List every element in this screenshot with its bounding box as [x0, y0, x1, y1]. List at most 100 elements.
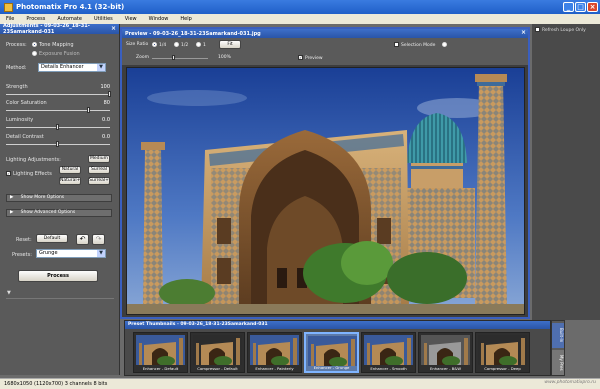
lighting-surreal-plus-button[interactable]: Surreal+	[88, 177, 110, 185]
preset-thumbnail[interactable]: Enhancer - Default	[133, 332, 188, 373]
zoom-slider[interactable]	[152, 58, 208, 59]
preset-thumbnail-image	[193, 335, 242, 365]
show-more-options-expander[interactable]: ▶ Show More Options	[6, 194, 112, 202]
strength-slider[interactable]	[6, 94, 110, 95]
menu-process[interactable]: Process	[20, 16, 51, 22]
preset-thumbnail[interactable]: Enhancer - B&W	[418, 332, 473, 373]
radio-exposure-fusion[interactable]: Exposure Fusion	[32, 51, 80, 57]
status-text: 1680x1050 (1120x700) 3 channels 8 bits	[4, 381, 108, 387]
preset-thumbnails-title: Preset Thumbnails - 09-03-26_18-31-23Sam…	[125, 321, 550, 329]
fit-button[interactable]: Fit	[219, 40, 241, 49]
presets-value: Grunge	[39, 250, 58, 256]
show-advanced-options-expander[interactable]: ▶ Show Advanced Options	[6, 209, 112, 217]
minimize-button[interactable]: _	[563, 2, 574, 12]
method-dropdown[interactable]: Details Enhancer ▼	[38, 63, 106, 72]
lighting-natural-button[interactable]: Natural	[59, 166, 81, 174]
adjustments-title: Adjustments - 09-03-26_18-31-23Samarkand…	[3, 23, 90, 35]
preset-thumbnails-panel: Preset Thumbnails - 09-03-26_18-31-23Sam…	[124, 320, 551, 376]
preset-thumbnail-image	[478, 335, 527, 365]
preview-checkbox[interactable]: ✓ Preview	[298, 55, 323, 61]
preset-thumbnail-label: Enhancer - Grunge	[313, 365, 350, 370]
right-side-panel: Refresh Loupe Only	[532, 24, 600, 320]
redo-icon[interactable]: ↷	[92, 234, 105, 245]
chevron-down-icon: ▼	[97, 250, 105, 257]
selection-mode-label: Selection Mode	[401, 43, 436, 48]
preset-thumbnail-label: Enhancer - Painterly	[255, 366, 294, 371]
close-button[interactable]: ×	[587, 2, 598, 12]
tab-my-presets[interactable]: My Pres	[552, 350, 564, 375]
preset-thumbnail[interactable]: Compressor - Deep	[475, 332, 530, 373]
adjustments-header: Adjustments - 09-03-26_18-31-23Samarkand…	[0, 23, 119, 35]
presets-dropdown[interactable]: Grunge ▼	[36, 249, 106, 258]
menu-utilities[interactable]: Utilities	[88, 16, 119, 22]
radio-icon	[32, 51, 37, 56]
refresh-loupe-label: Refresh Loupe Only	[542, 28, 586, 33]
size-ratio-full[interactable]: 1	[196, 42, 206, 48]
menu-help[interactable]: Help	[174, 16, 197, 22]
preset-thumbnail-image	[421, 335, 470, 365]
lighting-surreal-button[interactable]: Surreal	[88, 166, 110, 174]
menu-window[interactable]: Window	[143, 16, 175, 22]
menu-view[interactable]: View	[119, 16, 143, 22]
triangle-right-icon: ▶	[10, 195, 14, 200]
preset-side-tabs: Built-In My Pres	[551, 320, 565, 376]
chevron-down-icon: ▼	[97, 64, 105, 71]
preset-thumbnail[interactable]: Enhancer - Painterly	[247, 332, 302, 373]
close-panel-icon[interactable]: ×	[110, 25, 117, 32]
preset-thumbnail-image	[364, 335, 413, 365]
detail-contrast-label: Detail Contrast	[6, 134, 44, 140]
tab-built-in[interactable]: Built-In	[552, 323, 564, 348]
radio-exposure-fusion-label: Exposure Fusion	[39, 51, 80, 57]
radio-tone-mapping[interactable]: Tone Mapping	[32, 42, 74, 48]
size-ratio-half[interactable]: 1/2	[174, 42, 188, 48]
lighting-medium-button[interactable]: Medium	[88, 155, 110, 163]
preset-thumbnail-label: Enhancer - Smooth	[370, 366, 407, 371]
madrasa-photo	[127, 68, 524, 314]
status-bar: 1680x1050 (1120x700) 3 channels 8 bits	[0, 378, 600, 389]
selection-mode-checkbox[interactable]: Selection Mode	[394, 42, 435, 48]
detail-contrast-slider-thumb[interactable]	[56, 141, 59, 147]
preset-thumbnail[interactable]: Compressor - Default	[190, 332, 245, 373]
menu-file[interactable]: File	[0, 16, 20, 22]
close-preview-icon[interactable]: ×	[521, 29, 526, 36]
luminosity-slider-thumb[interactable]	[56, 124, 59, 130]
radio-icon	[174, 42, 179, 47]
luminosity-value: 0.0	[102, 117, 110, 123]
strength-value: 100	[100, 84, 110, 90]
lighting-effects-checkbox[interactable]: ✓ Lighting Effects	[6, 171, 52, 177]
lighting-effects-label: Lighting Effects	[13, 171, 52, 177]
checkbox-icon	[394, 42, 399, 47]
maximize-button[interactable]: □	[575, 2, 586, 12]
zoom-value: 100%	[218, 55, 231, 60]
show-more-options-label: Show More Options	[20, 195, 65, 200]
color-saturation-slider[interactable]	[6, 110, 110, 111]
preview-toolbar: Size Ratio 1/4 1/2 1 Fit Zoom 100% ✓ Prev…	[122, 38, 528, 65]
strength-slider-thumb[interactable]	[108, 91, 111, 97]
preset-thumbnail[interactable]: Enhancer - Grunge	[304, 332, 359, 373]
divider	[6, 298, 114, 299]
color-saturation-slider-thumb[interactable]	[87, 107, 91, 113]
lighting-natural-plus-button[interactable]: Natural+	[59, 177, 81, 185]
reset-default-button[interactable]: Default	[36, 234, 68, 243]
zoom-label: Zoom	[136, 55, 149, 60]
preset-thumbnail-label: Enhancer - Default	[142, 366, 179, 371]
process-button[interactable]: Process	[18, 270, 98, 282]
triangle-right-icon: ▶	[10, 210, 14, 215]
title-bar: Photomatix Pro 4.1 (32-bit) _ □ ×	[0, 0, 600, 14]
preview-image[interactable]	[126, 67, 525, 315]
watermark-text: www.photomatixpro.ru	[544, 380, 596, 385]
size-ratio-quarter-label: 1/4	[159, 43, 167, 48]
preset-thumbnail[interactable]: Enhancer - Smooth	[361, 332, 416, 373]
collapse-icon[interactable]: ▼	[7, 290, 11, 296]
color-saturation-value: 80	[103, 100, 110, 106]
size-ratio-half-label: 1/2	[181, 43, 189, 48]
size-ratio-quarter[interactable]: 1/4	[152, 42, 166, 48]
menu-automate[interactable]: Automate	[51, 16, 88, 22]
help-icon[interactable]	[442, 42, 449, 48]
zoom-slider-thumb[interactable]	[172, 55, 175, 60]
undo-icon[interactable]: ↶	[76, 234, 89, 245]
preset-thumbnail-label: Compressor - Default	[197, 366, 238, 371]
refresh-loupe-checkbox[interactable]: Refresh Loupe Only	[532, 24, 600, 36]
strength-label: Strength	[6, 84, 28, 90]
radio-icon	[32, 42, 37, 47]
